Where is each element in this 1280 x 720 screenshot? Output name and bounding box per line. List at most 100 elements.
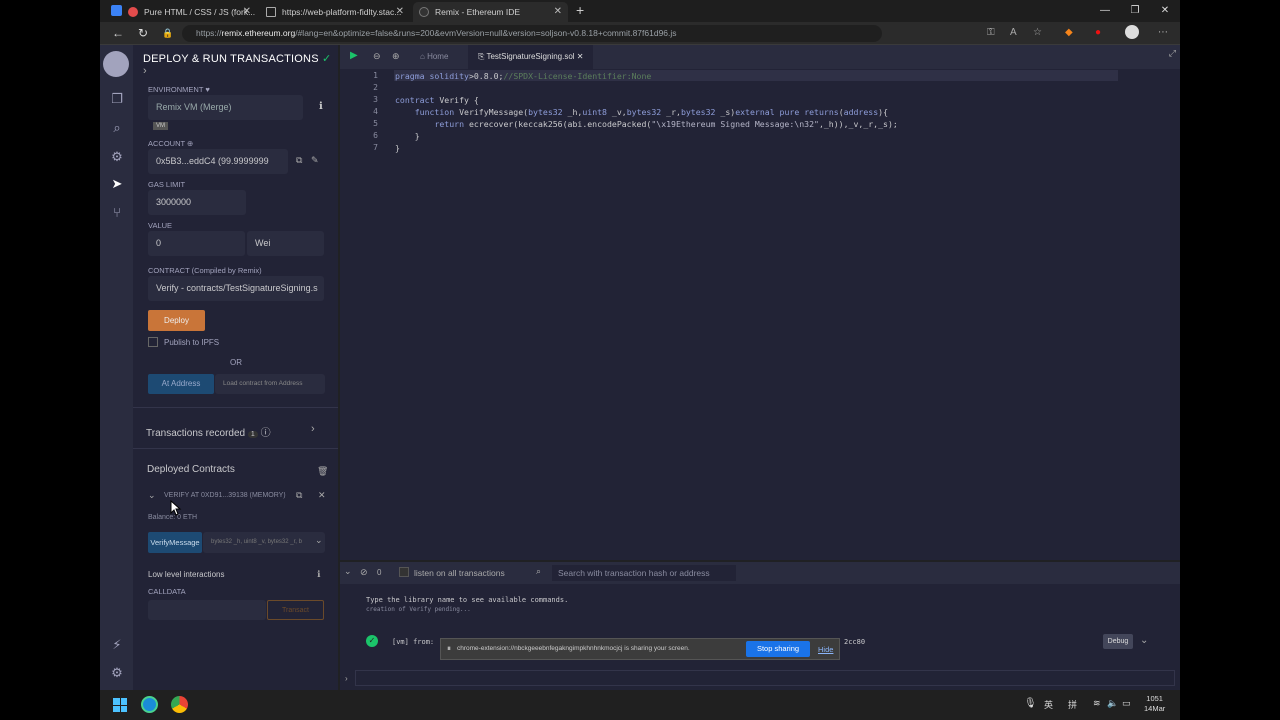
- chrome-icon[interactable]: [171, 696, 188, 713]
- volume-icon[interactable]: 🔈: [1107, 698, 1118, 709]
- battery-icon[interactable]: ▭: [1122, 698, 1131, 709]
- plugin-icon[interactable]: ⚡: [109, 637, 125, 653]
- debug-button[interactable]: Debug: [1103, 634, 1133, 649]
- wifi-icon[interactable]: ≋: [1093, 698, 1101, 709]
- chevron-right-icon[interactable]: ›: [311, 423, 315, 435]
- calldata-input[interactable]: [148, 600, 266, 620]
- clear-icon[interactable]: ⊘: [360, 567, 368, 578]
- transact-button[interactable]: Transact: [267, 600, 324, 620]
- close-window-icon[interactable]: ✕: [1150, 0, 1180, 22]
- tab-file[interactable]: ⎘ TestSignatureSigning.sol ✕: [468, 45, 594, 69]
- read-aloud-icon[interactable]: A: [1010, 27, 1017, 38]
- tab-1[interactable]: Pure HTML / CSS / JS (fork... ✕: [122, 2, 257, 22]
- side-panel: DEPLOY & RUN TRANSACTIONS ✓ › ENVIRONMEN…: [133, 45, 338, 690]
- chevron-down-icon[interactable]: ⌄: [344, 566, 352, 577]
- clock-date: 14Mar: [1144, 704, 1166, 713]
- code-line-1[interactable]: pragma solidity>0.8.0;//SPDX-License-Ide…: [395, 71, 651, 81]
- load-contract-input[interactable]: Load contract from Address: [215, 374, 325, 394]
- windows-start-icon[interactable]: [113, 698, 127, 712]
- git-icon[interactable]: ⑂: [109, 205, 125, 220]
- tab-2[interactable]: https://web-platform-fidlty.stac... ✕: [260, 2, 410, 22]
- edit-icon[interactable]: ✎: [311, 155, 319, 166]
- value-unit-select[interactable]: Wei: [247, 231, 324, 256]
- key-icon[interactable]: ⚿: [987, 27, 995, 38]
- search-icon[interactable]: ⌕: [109, 120, 125, 136]
- file-explorer-icon[interactable]: ❐: [109, 91, 125, 107]
- code-line-7[interactable]: }: [395, 143, 400, 153]
- environment-label-text: ENVIRONMENT: [148, 85, 204, 94]
- chevron-down-icon[interactable]: ⌄: [315, 535, 323, 546]
- close-icon[interactable]: ✕: [318, 490, 326, 501]
- extension-icon[interactable]: ●: [1095, 27, 1101, 38]
- ime-indicator[interactable]: 拼: [1068, 698, 1077, 711]
- verify-message-button[interactable]: VerifyMessage: [148, 532, 202, 553]
- info-icon[interactable]: ℹ: [317, 569, 320, 580]
- clock[interactable]: 1051 14Mar: [1144, 694, 1165, 714]
- stop-sharing-button[interactable]: Stop sharing: [746, 641, 810, 657]
- run-icon[interactable]: ▶: [350, 50, 358, 61]
- chevron-down-icon[interactable]: ⌄: [1140, 635, 1148, 646]
- info-icon[interactable]: ℹ: [319, 101, 323, 112]
- contract-note: (Compiled by Remix): [191, 266, 262, 275]
- code-line-4[interactable]: function VerifyMessage(bytes32 _h,uint8 …: [395, 107, 888, 117]
- contract-instance-label[interactable]: VERIFY AT 0XD91...39138 (MEMORY): [164, 492, 287, 499]
- favorite-icon[interactable]: ☆: [1033, 27, 1042, 38]
- menu-icon[interactable]: ⋯: [1158, 27, 1168, 38]
- environment-label: ENVIRONMENT ♥: [148, 85, 210, 94]
- remix-logo[interactable]: [103, 51, 129, 77]
- vm-badge: VM: [153, 122, 168, 130]
- close-icon[interactable]: ✕: [554, 6, 562, 17]
- close-icon[interactable]: ✕: [577, 52, 584, 61]
- code-line-3[interactable]: contract Verify {: [395, 95, 479, 105]
- function-params-input[interactable]: bytes32 _h, uint8 _v, bytes32 _r, b: [203, 532, 325, 553]
- avatar[interactable]: [1125, 25, 1139, 39]
- environment-select[interactable]: Remix VM (Merge): [148, 95, 303, 120]
- value-input[interactable]: 0: [148, 231, 245, 256]
- publish-checkbox[interactable]: [148, 337, 158, 347]
- close-icon[interactable]: ✕: [396, 6, 404, 17]
- trash-icon[interactable]: 🗑: [317, 466, 328, 477]
- expand-icon[interactable]: ⤢: [1169, 48, 1176, 59]
- minimize-icon[interactable]: —: [1090, 0, 1120, 22]
- tx-hash-tail: 2cc80: [844, 638, 866, 646]
- code-line-6[interactable]: }: [395, 131, 420, 141]
- language-indicator[interactable]: 英: [1044, 698, 1053, 711]
- listen-checkbox[interactable]: [399, 567, 409, 577]
- hide-link[interactable]: Hide: [818, 645, 833, 654]
- chevron-right-icon[interactable]: ›: [143, 65, 147, 77]
- back-icon[interactable]: ←: [112, 26, 124, 40]
- line-number: 1: [373, 71, 378, 80]
- contract-select[interactable]: Verify - contracts/TestSignatureSigning.…: [148, 276, 324, 301]
- close-icon[interactable]: ✕: [243, 6, 251, 17]
- new-tab-icon[interactable]: +: [576, 2, 584, 18]
- tab-home[interactable]: ⌂ Home: [410, 45, 458, 69]
- maximize-icon[interactable]: ❐: [1120, 0, 1150, 22]
- compiler-icon[interactable]: ⚙: [109, 149, 125, 165]
- copy-icon[interactable]: ⧉: [296, 490, 302, 501]
- gas-limit-input[interactable]: 3000000: [148, 190, 246, 215]
- metamask-icon[interactable]: ◆: [1065, 27, 1073, 38]
- url-field[interactable]: https://remix.ethereum.org/#lang=en&opti…: [182, 25, 882, 42]
- edge-icon[interactable]: [141, 696, 158, 713]
- settings-icon[interactable]: ⚙: [109, 665, 125, 681]
- microphone-icon[interactable]: 🎙: [1024, 698, 1037, 709]
- app-icon[interactable]: [111, 5, 122, 16]
- copy-icon[interactable]: ⧉: [296, 155, 302, 166]
- account-select[interactable]: 0x5B3...eddC4 (99.9999999: [148, 149, 288, 174]
- transactions-recorded[interactable]: Transactions recorded 1 ⓘ: [146, 424, 271, 439]
- terminal-line: creation of Verify pending...: [366, 606, 471, 613]
- lock-icon[interactable]: 🔒: [162, 28, 173, 39]
- chevron-down-icon[interactable]: ⌄: [148, 490, 156, 501]
- deploy-icon[interactable]: ➤: [109, 176, 125, 192]
- at-address-button[interactable]: At Address: [148, 374, 214, 394]
- url-host: remix.ethereum.org: [221, 28, 296, 38]
- zoom-out-icon[interactable]: ⊖: [373, 51, 381, 62]
- terminal: ⌄ ⊘ 0 listen on all transactions ⌕ Searc…: [340, 562, 1180, 690]
- tab-3[interactable]: Remix - Ethereum IDE ✕: [413, 2, 568, 22]
- deploy-button[interactable]: Deploy: [148, 310, 205, 331]
- reload-icon[interactable]: ↻: [138, 26, 148, 40]
- terminal-input[interactable]: [355, 670, 1175, 686]
- terminal-search-input[interactable]: Search with transaction hash or address: [552, 565, 736, 581]
- code-line-5[interactable]: return ecrecover(keccak256(abi.encodePac…: [395, 119, 897, 129]
- zoom-in-icon[interactable]: ⊕: [392, 51, 400, 62]
